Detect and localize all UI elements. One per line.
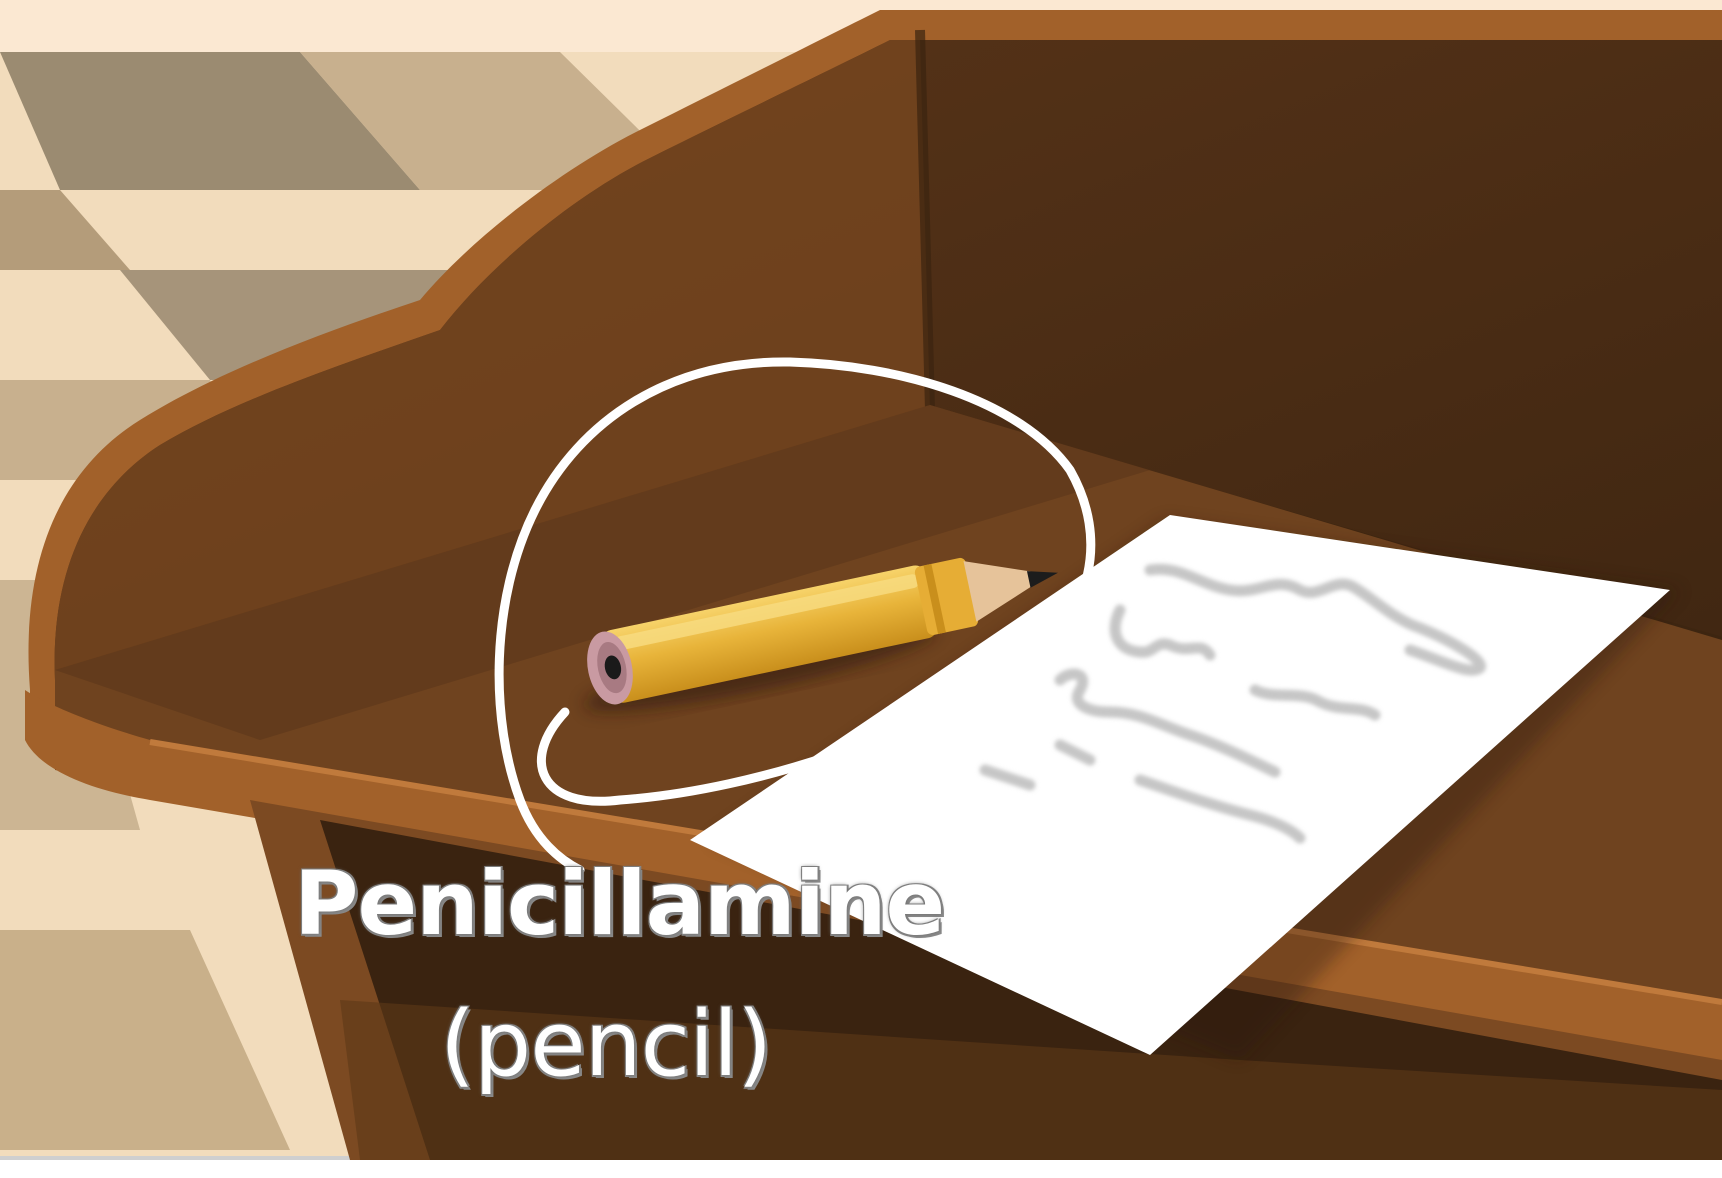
desk-illustration	[0, 0, 1722, 1178]
bottom-strip	[0, 1158, 1722, 1178]
mnemonic-scene: Penicillamine (pencil)	[0, 0, 1722, 1178]
